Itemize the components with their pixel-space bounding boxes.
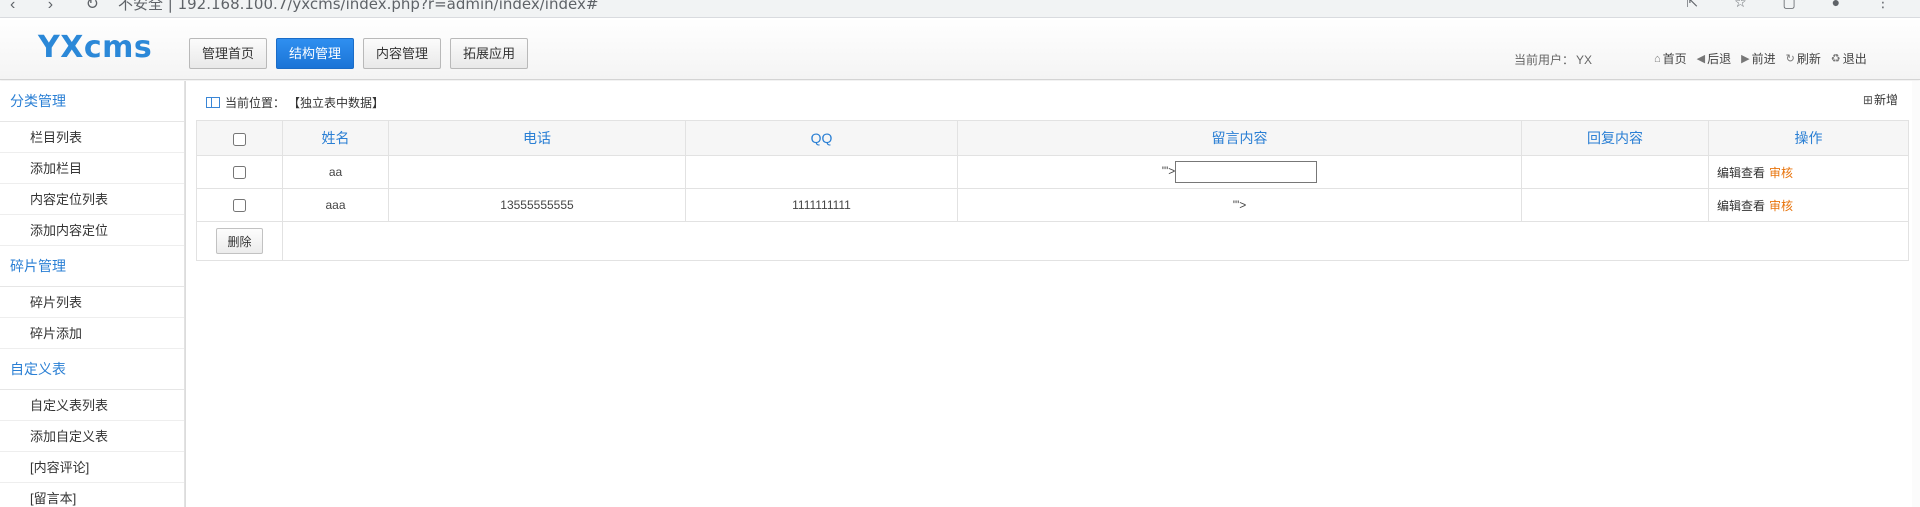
- footer-spacer: [282, 221, 1909, 261]
- sidebar-item-fragment-list[interactable]: 碎片列表: [0, 287, 184, 318]
- quick-links: ⌂ 首页 ◀ 后退 ▶ 前进 ↻ 刷新 ♻ 退出: [1654, 50, 1867, 67]
- table-row: aaa 13555555555 1111111111 '"> 编辑查看 审核: [196, 188, 1909, 222]
- table-footer-row: 删除: [196, 221, 1909, 261]
- injected-input-field[interactable]: [1175, 161, 1318, 183]
- refresh-link-label: 刷新: [1796, 52, 1821, 66]
- add-icon: ⊞: [1862, 92, 1873, 107]
- sidebar-item-add-column[interactable]: 添加栏目: [0, 153, 184, 184]
- select-all-checkbox[interactable]: [233, 132, 246, 146]
- logout-link-label: 退出: [1842, 52, 1867, 66]
- cell-name: aaa: [282, 188, 389, 222]
- forward-link-label: 前进: [1751, 52, 1776, 66]
- sidebar: 分类管理 栏目列表 添加栏目 内容定位列表 添加内容定位 碎片管理 碎片列表 碎…: [0, 81, 185, 507]
- row-select-cell: [196, 188, 283, 222]
- sidebar-item-add-fragment[interactable]: 碎片添加: [0, 318, 184, 349]
- table-row: aa '"> 编辑查看 审核: [196, 155, 1909, 189]
- home-icon: ⌂: [1654, 52, 1661, 65]
- sidebar-item-add-position[interactable]: 添加内容定位: [0, 215, 184, 246]
- data-table: 姓名 电话 QQ 留言内容 回复内容 操作 aa '"> 编辑查看 审核 aaa…: [196, 120, 1909, 261]
- sidebar-group-custom-tables[interactable]: 自定义表: [0, 349, 184, 390]
- sidebar-item-comments[interactable]: [内容评论]: [0, 452, 184, 483]
- edit-view-link[interactable]: 编辑查看: [1717, 166, 1765, 180]
- cell-phone: [388, 155, 686, 189]
- frame-icon: [206, 97, 220, 108]
- refresh-icon: ↻: [1785, 53, 1795, 65]
- cell-phone: 13555555555: [388, 188, 686, 222]
- back-link[interactable]: ◀ 后退: [1697, 50, 1731, 67]
- audit-link[interactable]: 审核: [1769, 199, 1793, 213]
- cell-actions: 编辑查看 审核: [1708, 155, 1909, 189]
- sidebar-item-column-list[interactable]: 栏目列表: [0, 122, 184, 153]
- logout-icon: ♻: [1830, 53, 1841, 65]
- cell-actions: 编辑查看 审核: [1708, 188, 1909, 222]
- edit-view-link[interactable]: 编辑查看: [1717, 199, 1765, 213]
- delete-cell: 删除: [196, 221, 283, 261]
- forward-icon: ▶: [1741, 53, 1750, 65]
- current-user: 当前用户： YX: [1514, 51, 1592, 68]
- column-header-reply: 回复内容: [1521, 120, 1709, 156]
- add-new-label: 新增: [1873, 93, 1898, 107]
- delete-button[interactable]: 删除: [216, 228, 263, 254]
- scrollbar-track[interactable]: [1912, 81, 1920, 507]
- sidebar-item-position-list[interactable]: 内容定位列表: [0, 184, 184, 215]
- table-header-row: 姓名 电话 QQ 留言内容 回复内容 操作: [196, 120, 1909, 156]
- current-user-name: YX: [1576, 53, 1593, 67]
- browser-toolbar-icons[interactable]: ⇱ ☆ ▢ ● ⋮: [1686, 0, 1906, 11]
- cell-message: '">: [957, 155, 1522, 189]
- row-checkbox[interactable]: [233, 199, 246, 213]
- browser-bar: ‹ › ↻ 不安全 | 192.168.100.7/yxcms/index.ph…: [0, 0, 1920, 18]
- back-icon: ◀: [1696, 53, 1706, 65]
- main-content: 当前位置： 【独立表中数据】 ⊞ 新增 姓名 电话 QQ 留言内容 回复内容 操…: [186, 81, 1920, 507]
- tab-content[interactable]: 内容管理: [363, 38, 442, 69]
- home-link[interactable]: ⌂ 首页: [1654, 50, 1687, 67]
- back-link-label: 后退: [1707, 52, 1732, 66]
- breadcrumb-value: 【独立表中数据】: [288, 96, 385, 110]
- add-new-button[interactable]: ⊞ 新增: [1863, 91, 1898, 108]
- sidebar-group-fragments[interactable]: 碎片管理: [0, 246, 184, 287]
- sidebar-item-add-custom-table[interactable]: 添加自定义表: [0, 421, 184, 452]
- cell-reply: [1521, 188, 1709, 222]
- tab-structure[interactable]: 结构管理: [276, 38, 355, 69]
- column-header-message: 留言内容: [957, 120, 1522, 156]
- tab-extensions[interactable]: 拓展应用: [450, 38, 529, 69]
- column-header-name: 姓名: [282, 120, 389, 156]
- address-bar[interactable]: 不安全 | 192.168.100.7/yxcms/index.php?r=ad…: [118, 0, 598, 14]
- sidebar-item-guestbook[interactable]: [留言本]: [0, 483, 184, 507]
- cell-message: '">: [957, 188, 1522, 222]
- current-user-label: 当前用户：: [1514, 53, 1575, 67]
- cell-name: aa: [282, 155, 389, 189]
- column-header-phone: 电话: [388, 120, 686, 156]
- breadcrumb-label: 当前位置：: [225, 96, 286, 110]
- breadcrumb: 当前位置： 【独立表中数据】: [206, 94, 384, 111]
- home-link-label: 首页: [1662, 52, 1687, 66]
- cell-reply: [1521, 155, 1709, 189]
- cell-qq: 1111111111: [685, 188, 958, 222]
- message-text: '">: [1161, 164, 1176, 179]
- column-header-qq: QQ: [685, 120, 958, 156]
- cell-qq: [685, 155, 958, 189]
- refresh-link[interactable]: ↻ 刷新: [1786, 50, 1821, 67]
- top-nav: 管理首页 结构管理 内容管理 拓展应用: [189, 38, 529, 69]
- forward-link[interactable]: ▶ 前进: [1741, 50, 1775, 67]
- row-checkbox[interactable]: [233, 166, 246, 180]
- logo: YXcms: [38, 30, 153, 65]
- sidebar-item-custom-table-list[interactable]: 自定义表列表: [0, 390, 184, 421]
- logout-link[interactable]: ♻ 退出: [1831, 50, 1867, 67]
- browser-nav-icons[interactable]: ‹ › ↻: [10, 0, 113, 14]
- admin-header: YXcms 管理首页 结构管理 内容管理 拓展应用 当前用户： YX ⌂ 首页 ◀…: [0, 18, 1920, 80]
- row-select-cell: [196, 155, 283, 189]
- audit-link[interactable]: 审核: [1769, 166, 1793, 180]
- tab-admin-home[interactable]: 管理首页: [189, 38, 268, 69]
- select-all-cell: [196, 120, 283, 156]
- column-header-actions: 操作: [1708, 120, 1909, 156]
- sidebar-group-category[interactable]: 分类管理: [0, 81, 184, 122]
